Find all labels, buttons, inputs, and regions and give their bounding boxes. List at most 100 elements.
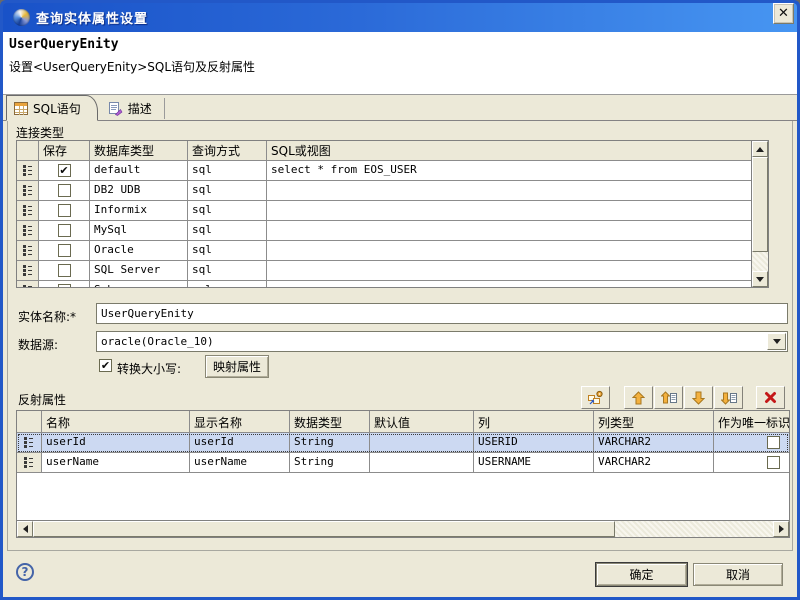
default-value-cell[interactable]	[370, 433, 474, 453]
entity-name-input[interactable]: UserQueryEnity	[96, 303, 788, 324]
save-cell	[39, 281, 90, 288]
query-mode-cell[interactable]: sql	[188, 221, 267, 241]
connection-row[interactable]: Informixsql	[17, 201, 751, 221]
move-up-button[interactable]	[624, 386, 653, 409]
tab-content-panel: 连接类型 保存数据库类型查询方式SQL或视图✔defaultsqlselect …	[7, 121, 793, 551]
connection-row[interactable]: ✔ defaultsqlselect * from EOS_USER	[17, 161, 751, 181]
horizontal-scrollbar[interactable]	[17, 520, 789, 537]
move-bottom-button[interactable]	[714, 386, 743, 409]
db-type-cell[interactable]: SQL Server	[90, 261, 188, 281]
save-checkbox[interactable]	[58, 264, 71, 277]
name-cell[interactable]: userName	[42, 453, 190, 473]
delete-property-button[interactable]	[756, 386, 785, 409]
close-button[interactable]: ✕	[773, 3, 794, 24]
display-name-cell[interactable]: userName	[190, 453, 290, 473]
scrollbar-thumb[interactable]	[33, 521, 615, 537]
sql-cell[interactable]	[267, 261, 751, 281]
column-header: 列类型	[594, 411, 714, 433]
sql-cell[interactable]: select * from EOS_USER	[267, 161, 751, 181]
save-checkbox[interactable]	[58, 244, 71, 257]
name-cell[interactable]: userId	[42, 433, 190, 453]
query-mode-cell[interactable]: sql	[188, 161, 267, 181]
reflection-row[interactable]: userIduserIdStringUSERIDVARCHAR2	[17, 433, 789, 453]
row-header[interactable]	[17, 453, 42, 473]
row-header[interactable]	[17, 221, 39, 241]
sql-cell[interactable]	[267, 221, 751, 241]
generate-properties-button[interactable]	[581, 386, 610, 409]
default-value-cell[interactable]	[370, 453, 474, 473]
scroll-left-button[interactable]	[17, 521, 33, 537]
row-header[interactable]	[17, 181, 39, 201]
reflection-row[interactable]: userNameuserNameStringUSERNAMEVARCHAR2	[17, 453, 789, 473]
scrollbar-thumb[interactable]	[752, 157, 768, 252]
db-type-cell[interactable]: DB2 UDB	[90, 181, 188, 201]
sql-cell[interactable]	[267, 201, 751, 221]
connection-row[interactable]: Oraclesql	[17, 241, 751, 261]
ok-button[interactable]: 确定	[596, 563, 687, 586]
connection-table: 保存数据库类型查询方式SQL或视图✔defaultsqlselect * fro…	[16, 140, 769, 288]
save-checkbox[interactable]	[58, 224, 71, 237]
tab-sql[interactable]: SQL语句	[6, 95, 98, 121]
column-header: 显示名称	[190, 411, 290, 433]
sql-cell[interactable]	[267, 181, 751, 201]
vertical-scrollbar[interactable]	[751, 141, 768, 287]
row-header[interactable]	[17, 241, 39, 261]
data-type-cell[interactable]: String	[290, 433, 370, 453]
query-mode-cell[interactable]: sql	[188, 181, 267, 201]
unique-checkbox[interactable]	[767, 456, 780, 469]
map-properties-button[interactable]: 映射属性	[205, 355, 269, 378]
query-mode-cell[interactable]: sql	[188, 241, 267, 261]
combo-dropdown-button[interactable]	[767, 333, 786, 350]
data-type-cell[interactable]: String	[290, 453, 370, 473]
datasource-combo[interactable]: oracle(Oracle_10)	[96, 331, 788, 352]
scroll-down-button[interactable]	[752, 271, 768, 287]
row-header[interactable]	[17, 281, 39, 288]
save-checkbox[interactable]: ✔	[58, 164, 71, 177]
query-mode-cell[interactable]: sql	[188, 281, 267, 288]
connection-row[interactable]: DB2 UDBsql	[17, 181, 751, 201]
move-down-button[interactable]	[684, 386, 713, 409]
db-type-cell[interactable]: MySql	[90, 221, 188, 241]
help-button[interactable]: ?	[16, 563, 34, 581]
row-handle-icon	[22, 244, 34, 257]
scroll-right-button[interactable]	[773, 521, 789, 537]
connection-row[interactable]: Sybasesql	[17, 281, 751, 288]
move-top-button[interactable]	[654, 386, 683, 409]
row-handle-icon	[22, 284, 34, 288]
column-cell[interactable]: USERNAME	[474, 453, 594, 473]
unique-checkbox[interactable]	[767, 436, 780, 449]
sql-cell[interactable]	[267, 241, 751, 261]
query-mode-cell[interactable]: sql	[188, 261, 267, 281]
db-type-cell[interactable]: Oracle	[90, 241, 188, 261]
row-handle-icon	[23, 436, 35, 449]
connection-row[interactable]: MySqlsql	[17, 221, 751, 241]
tab-describe[interactable]: 描述	[98, 98, 165, 119]
display-name-cell[interactable]: userId	[190, 433, 290, 453]
row-header[interactable]	[17, 161, 39, 181]
convert-case-checkbox[interactable]: ✔	[99, 359, 112, 372]
save-cell	[39, 241, 90, 261]
db-type-cell[interactable]: default	[90, 161, 188, 181]
row-header[interactable]	[17, 433, 42, 453]
scroll-up-button[interactable]	[752, 141, 768, 157]
save-checkbox[interactable]	[58, 204, 71, 217]
connection-row[interactable]: SQL Serversql	[17, 261, 751, 281]
save-checkbox[interactable]	[58, 184, 71, 197]
sql-cell[interactable]	[267, 281, 751, 288]
column-type-cell[interactable]: VARCHAR2	[594, 453, 714, 473]
wizard-header: UserQueryEnity 设置<UserQueryEnity>SQL语句及反…	[3, 32, 797, 95]
column-cell[interactable]: USERID	[474, 433, 594, 453]
generate-properties-icon	[587, 390, 604, 405]
row-header[interactable]	[17, 261, 39, 281]
save-checkbox[interactable]	[58, 284, 71, 288]
db-type-cell[interactable]: Informix	[90, 201, 188, 221]
column-type-cell[interactable]: VARCHAR2	[594, 433, 714, 453]
save-cell	[39, 201, 90, 221]
title-bar[interactable]: 查询实体属性设置	[3, 3, 797, 32]
cancel-button[interactable]: 取消	[693, 563, 783, 586]
triangle-up-icon	[756, 147, 764, 152]
row-header[interactable]	[17, 201, 39, 221]
scrollbar-track[interactable]	[752, 252, 768, 271]
query-mode-cell[interactable]: sql	[188, 201, 267, 221]
db-type-cell[interactable]: Sybase	[90, 281, 188, 288]
